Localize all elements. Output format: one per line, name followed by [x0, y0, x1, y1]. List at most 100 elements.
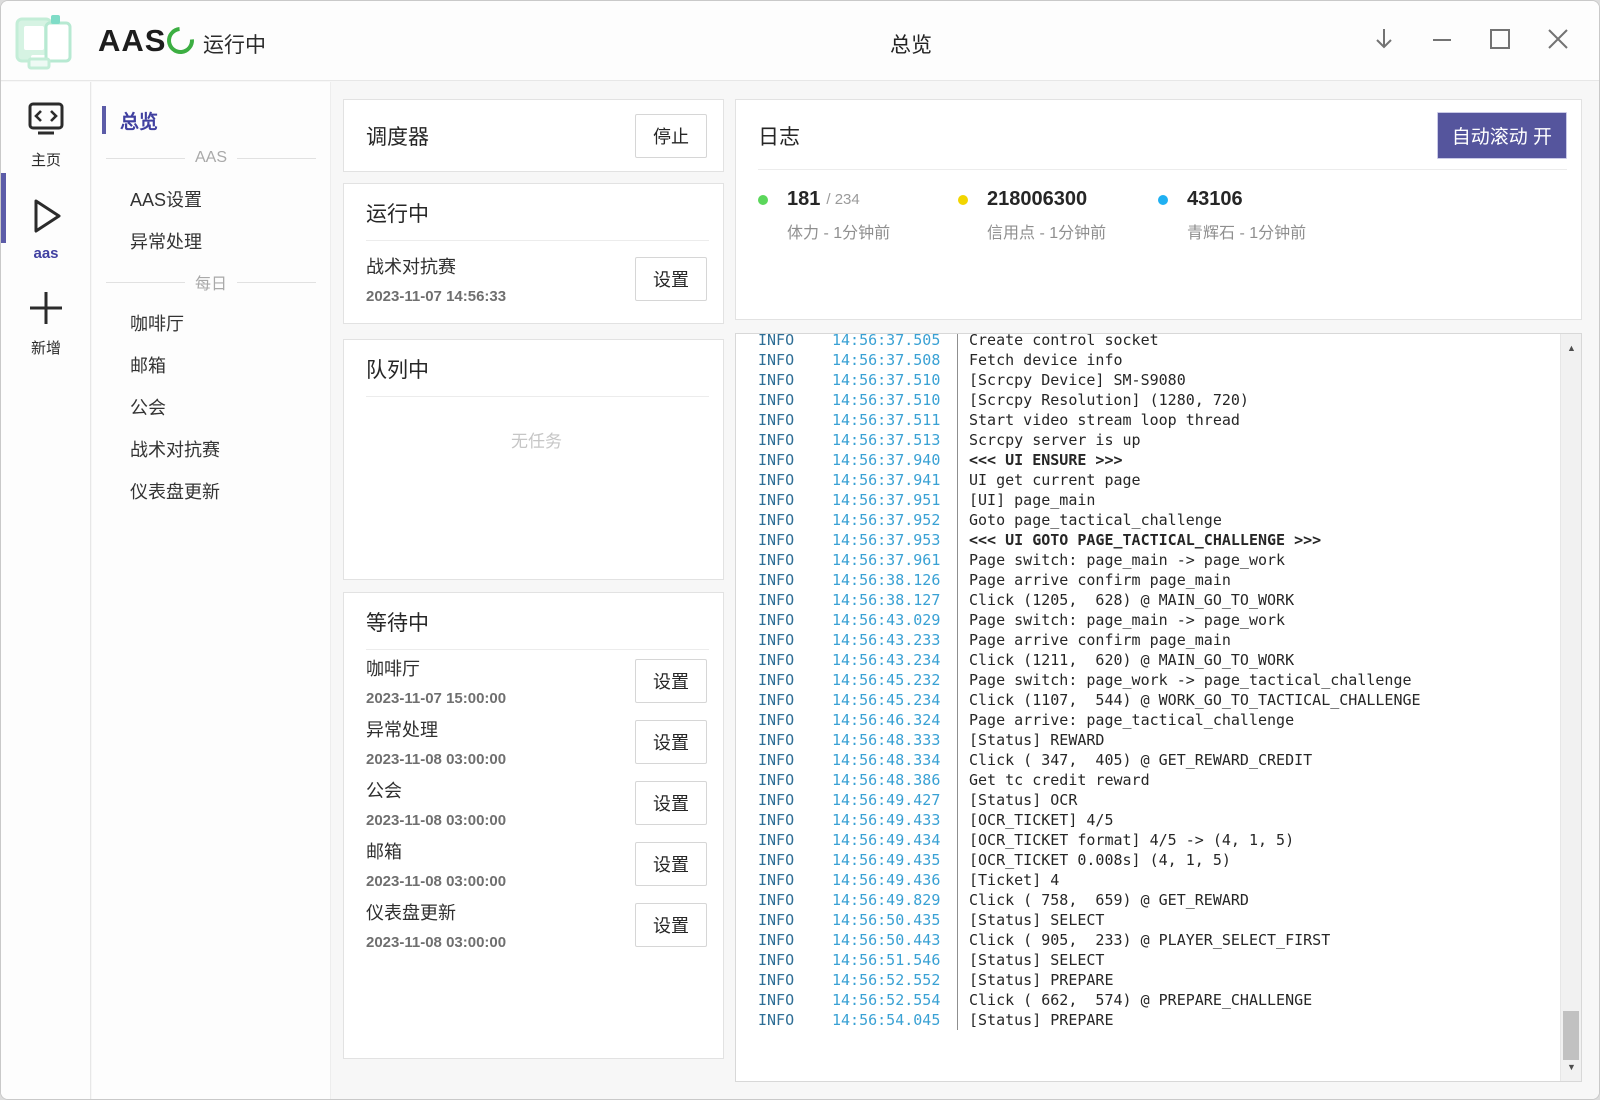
- log-timestamp: 14:56:49.427: [832, 790, 957, 810]
- log-level: INFO: [758, 510, 832, 530]
- waiting-settings-button[interactable]: 设置: [635, 903, 707, 947]
- app-name: AAS: [98, 23, 166, 59]
- scroll-up-icon[interactable]: ▲: [1561, 340, 1582, 356]
- log-message: <<< UI ENSURE >>>: [957, 450, 1123, 470]
- stat-dot-icon: [1158, 195, 1168, 205]
- waiting-list: 咖啡厅 2023-11-07 15:00:00 设置 异常处理 2023-11-…: [366, 650, 707, 955]
- log-level: INFO: [758, 610, 832, 630]
- log-card: 日志 自动滚动 开 181 / 234 体力 - 1分钟前: [735, 99, 1582, 320]
- log-row: INFO 14:56:37.961 Page switch: page_main…: [758, 550, 1581, 570]
- scrollbar-thumb[interactable]: [1563, 1011, 1579, 1060]
- log-message: [Status] SELECT: [957, 910, 1104, 930]
- log-timestamp: 14:56:49.434: [832, 830, 957, 850]
- autoscroll-toggle-button[interactable]: 自动滚动 开: [1437, 112, 1567, 159]
- scheduler-card: 调度器 停止: [343, 99, 724, 172]
- app-logo-icon: [13, 11, 79, 76]
- log-level: INFO: [758, 830, 832, 850]
- stat-label: 信用点 - 1分钟前: [987, 219, 1158, 243]
- log-message: [OCR_TICKET 0.008s] (4, 1, 5): [957, 850, 1231, 870]
- stat-dot-icon: [958, 195, 968, 205]
- log-level: INFO: [758, 850, 832, 870]
- sidebar-item-mailbox[interactable]: 邮箱: [92, 344, 330, 386]
- waiting-task-name: 咖啡厅: [366, 655, 506, 681]
- log-message: [Status] SELECT: [957, 950, 1104, 970]
- log-row: INFO 14:56:37.505 Create control socket: [758, 333, 1581, 350]
- stat-suffix: / 234: [826, 191, 859, 208]
- divider: [366, 396, 709, 397]
- log-level: INFO: [758, 970, 832, 990]
- stop-button[interactable]: 停止: [635, 114, 707, 158]
- nav-rail-item-new[interactable]: 新增: [1, 262, 91, 358]
- log-row: INFO 14:56:43.233 Page arrive confirm pa…: [758, 630, 1581, 650]
- log-message: Fetch device info: [957, 350, 1123, 370]
- sidebar-item-aas-settings[interactable]: AAS设置: [92, 178, 330, 220]
- running-settings-button[interactable]: 设置: [635, 257, 707, 301]
- log-scrollbar[interactable]: ▲ ▼: [1560, 334, 1581, 1081]
- waiting-settings-button[interactable]: 设置: [635, 659, 707, 703]
- log-timestamp: 14:56:37.951: [832, 490, 957, 510]
- log-row: INFO 14:56:49.436 [Ticket] 4: [758, 870, 1581, 890]
- log-row: INFO 14:56:37.513 Scrcpy server is up: [758, 430, 1581, 450]
- log-message: [Scrcpy Resolution] (1280, 720): [957, 390, 1249, 410]
- stat-block: 218006300 信用点 - 1分钟前: [958, 188, 1158, 243]
- scheduler-status-text: 运行中: [203, 29, 266, 59]
- log-level: INFO: [758, 350, 832, 370]
- nav-rail-item-aas[interactable]: aas: [1, 170, 91, 262]
- log-level: INFO: [758, 950, 832, 970]
- log-message: [Status] REWARD: [957, 730, 1104, 750]
- waiting-settings-button[interactable]: 设置: [635, 842, 707, 886]
- log-level: INFO: [758, 750, 832, 770]
- sidebar-item-dashboard-update[interactable]: 仪表盘更新: [92, 470, 330, 512]
- sidebar-section-daily: 每日: [92, 262, 330, 302]
- log-level: INFO: [758, 370, 832, 390]
- log-row: INFO 14:56:49.829 Click ( 758, 659) @ GE…: [758, 890, 1581, 910]
- waiting-task-time: 2023-11-08 03:00:00: [366, 934, 506, 951]
- minimize-icon[interactable]: [1423, 17, 1461, 61]
- maximize-icon[interactable]: [1481, 17, 1519, 61]
- waiting-settings-button[interactable]: 设置: [635, 781, 707, 825]
- sidebar-item-tactical-challenge[interactable]: 战术对抗赛: [92, 428, 330, 470]
- running-task-row: 战术对抗赛 2023-11-07 14:56:33 设置: [366, 253, 707, 305]
- log-message: <<< UI GOTO PAGE_TACTICAL_CHALLENGE >>>: [957, 530, 1321, 550]
- log-level: INFO: [758, 410, 832, 430]
- close-icon[interactable]: [1539, 17, 1577, 61]
- log-message: Page arrive confirm page_main: [957, 570, 1231, 590]
- waiting-task-time: 2023-11-08 03:00:00: [366, 873, 506, 890]
- log-level: INFO: [758, 470, 832, 490]
- queue-card: 队列中 无任务: [343, 339, 724, 580]
- main-content: 调度器 停止 运行中 战术对抗赛 2023-11-07 14:56:33 设置 …: [332, 82, 1600, 1100]
- waiting-settings-button[interactable]: 设置: [635, 720, 707, 764]
- log-level: INFO: [758, 1010, 832, 1030]
- stat-dot-icon: [758, 195, 768, 205]
- log-level: INFO: [758, 790, 832, 810]
- app-window: AAS 运行中 总览: [0, 0, 1600, 1100]
- log-level: INFO: [758, 530, 832, 550]
- log-lines: INFO 14:56:37.505 Create control socket …: [736, 333, 1581, 1030]
- log-timestamp: 14:56:45.232: [832, 670, 957, 690]
- sidebar-item-guild[interactable]: 公会: [92, 386, 330, 428]
- running-task-time: 2023-11-07 14:56:33: [366, 288, 506, 305]
- download-update-icon[interactable]: [1365, 17, 1403, 61]
- stat-value: 218006300: [987, 188, 1087, 211]
- log-level: INFO: [758, 810, 832, 830]
- running-task-name: 战术对抗赛: [366, 253, 506, 279]
- log-viewer[interactable]: INFO 14:56:37.505 Create control socket …: [735, 333, 1582, 1082]
- log-row: INFO 14:56:54.045 [Status] PREPARE: [758, 1010, 1581, 1030]
- log-level: INFO: [758, 930, 832, 950]
- scroll-down-icon[interactable]: ▼: [1561, 1059, 1582, 1075]
- log-row: INFO 14:56:43.029 Page switch: page_main…: [758, 610, 1581, 630]
- log-row: INFO 14:56:49.433 [OCR_TICKET] 4/5: [758, 810, 1581, 830]
- waiting-task-time: 2023-11-08 03:00:00: [366, 751, 506, 768]
- log-level: INFO: [758, 870, 832, 890]
- nav-rail-item-home[interactable]: 主页: [1, 82, 91, 170]
- log-message: [Status] OCR: [957, 790, 1077, 810]
- log-message: Page arrive: page_tactical_challenge: [957, 710, 1294, 730]
- log-level: INFO: [758, 770, 832, 790]
- sidebar-item-cafe[interactable]: 咖啡厅: [92, 302, 330, 344]
- sidebar-item-overview[interactable]: 总览: [92, 102, 330, 138]
- log-row: INFO 14:56:48.333 [Status] REWARD: [758, 730, 1581, 750]
- log-timestamp: 14:56:37.508: [832, 350, 957, 370]
- sidebar-item-exception-handling[interactable]: 异常处理: [92, 220, 330, 262]
- log-row: INFO 14:56:48.334 Click ( 347, 405) @ GE…: [758, 750, 1581, 770]
- log-row: INFO 14:56:37.511 Start video stream loo…: [758, 410, 1581, 430]
